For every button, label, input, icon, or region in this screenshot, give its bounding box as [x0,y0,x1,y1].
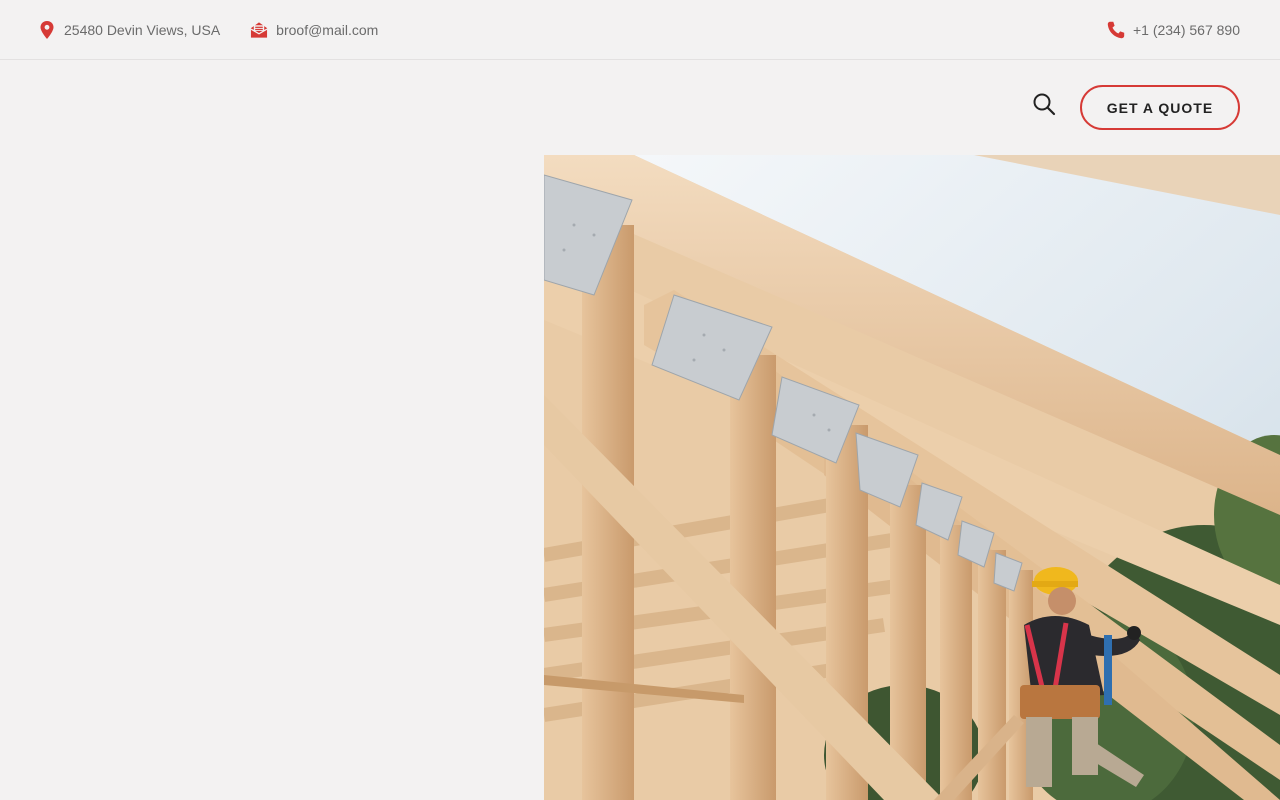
main-header: GET A QUOTE [0,61,1280,155]
address-text: 25480 Devin Views, USA [64,21,221,38]
phone-item[interactable]: +1 (234) 567 890 [1107,21,1240,39]
location-pin-icon [38,20,56,39]
search-icon [1033,93,1056,116]
email-link[interactable]: broof@mail.com [276,22,378,38]
top-info-bar: 25480 Devin Views, USA broof@mail.com +1… [0,0,1280,60]
envelope-icon [250,21,268,39]
search-button[interactable] [1031,91,1057,117]
roof-construction-image [544,155,1280,800]
get-a-quote-button[interactable]: GET A QUOTE [1080,85,1240,130]
hero-image [544,155,1280,800]
email-item[interactable]: broof@mail.com [250,21,378,39]
phone-icon [1107,21,1125,39]
phone-link[interactable]: +1 (234) 567 890 [1133,22,1240,38]
address-item: 25480 Devin Views, USA [38,20,221,39]
